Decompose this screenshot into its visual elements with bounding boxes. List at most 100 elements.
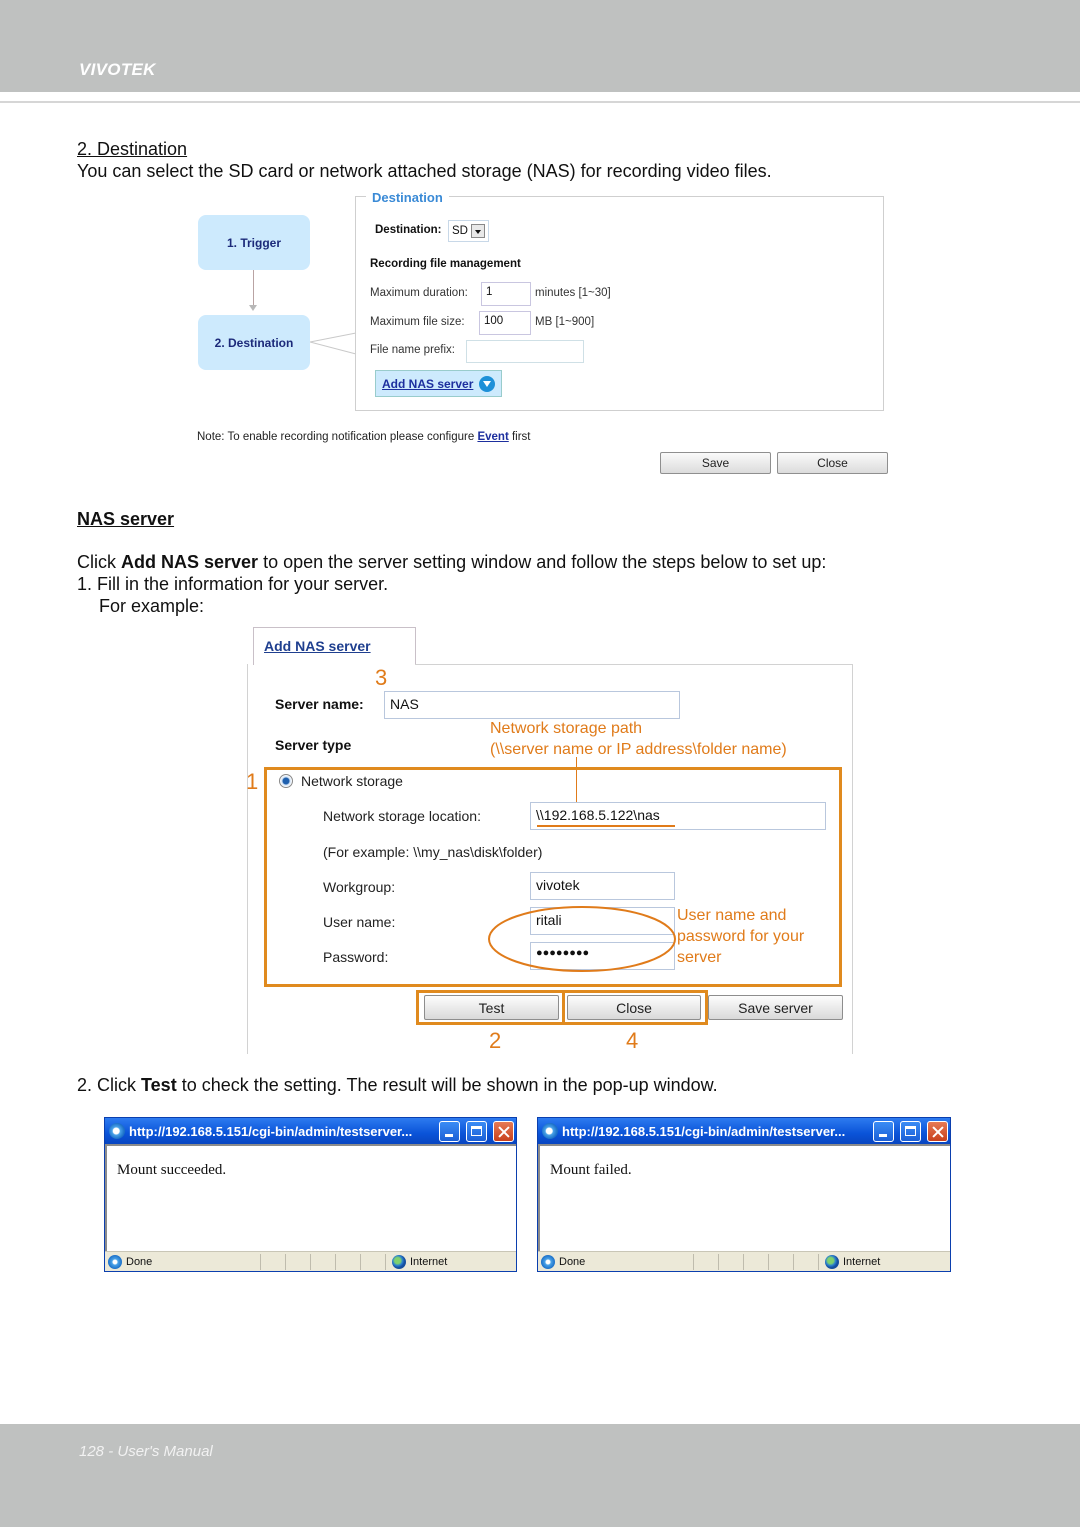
annotation-cred-line3: server xyxy=(677,949,722,966)
example-text: (For example: \\my_nas\disk\folder) xyxy=(323,844,543,860)
footer-band xyxy=(0,1424,1080,1527)
dropdown-arrow-icon xyxy=(470,224,485,238)
popup-message: Mount succeeded. xyxy=(117,1162,227,1178)
panel-border-right xyxy=(852,664,853,1054)
status-zone: Internet xyxy=(843,1255,881,1268)
test-instruction-prefix: 2. Click xyxy=(77,1075,142,1095)
destination-description: You can select the SD card or network at… xyxy=(77,161,772,181)
test-instruction-bold: Test xyxy=(141,1075,177,1095)
status-separator xyxy=(693,1253,694,1270)
page-footer: 128 - User's Manual xyxy=(79,1443,213,1460)
section-heading-nas: NAS server xyxy=(77,509,175,529)
popup-window-success: http://192.168.5.151/cgi-bin/admin/tests… xyxy=(104,1117,517,1272)
test-button[interactable]: Test xyxy=(424,995,559,1020)
status-zone: Internet xyxy=(410,1255,448,1268)
test-instruction-suffix: to check the setting. The result will be… xyxy=(176,1075,718,1095)
maximize-icon[interactable] xyxy=(466,1120,487,1142)
annotation-number-4: 4 xyxy=(626,1028,639,1053)
step-destination[interactable]: 2. Destination xyxy=(198,315,310,370)
brand-logo: VIVOTEK xyxy=(79,60,156,79)
prefix-label: File name prefix: xyxy=(370,344,456,356)
panel-border-top xyxy=(415,664,853,665)
add-nas-server-button[interactable]: Add NAS server xyxy=(375,370,503,397)
internet-globe-icon xyxy=(392,1254,406,1269)
max-size-input[interactable]: 100 xyxy=(479,311,531,335)
workgroup-label: Workgroup: xyxy=(323,879,396,895)
save-server-button[interactable]: Save server xyxy=(708,995,843,1020)
close-nas-button[interactable]: Close xyxy=(567,995,701,1020)
annotation-path-line1: Network storage path xyxy=(490,720,643,737)
note-suffix: first xyxy=(508,431,531,443)
network-storage-radio[interactable] xyxy=(279,774,293,788)
status-separator xyxy=(743,1253,744,1270)
close-icon[interactable] xyxy=(927,1120,948,1142)
status-done: Done xyxy=(559,1255,586,1268)
page-done-icon xyxy=(108,1254,122,1269)
popup-message: Mount failed. xyxy=(550,1162,632,1178)
prefix-input[interactable] xyxy=(466,340,584,363)
maximize-icon[interactable] xyxy=(900,1120,921,1142)
popup-titlebar[interactable]: http://192.168.5.151/cgi-bin/admin/tests… xyxy=(105,1118,516,1144)
status-separator xyxy=(360,1253,361,1270)
header-divider xyxy=(0,101,1080,103)
browser-icon xyxy=(542,1123,558,1139)
minimize-icon[interactable] xyxy=(439,1120,460,1142)
max-duration-label: Maximum duration: xyxy=(370,287,468,299)
test-instruction: 2. Click Test to check the setting. The … xyxy=(77,1075,718,1096)
max-size-label: Maximum file size: xyxy=(370,316,465,328)
max-duration-unit: minutes [1~30] xyxy=(535,287,611,299)
status-separator xyxy=(793,1253,794,1270)
arrow-down-icon xyxy=(249,305,257,311)
step1-text: 1. Fill in the information for your serv… xyxy=(77,574,389,594)
nas-intro: Click Add NAS server to open the server … xyxy=(77,552,826,573)
event-link[interactable]: Event xyxy=(477,431,508,443)
status-done: Done xyxy=(126,1255,153,1268)
step-trigger[interactable]: 1. Trigger xyxy=(198,215,310,270)
callout-pointer xyxy=(310,332,357,355)
status-separator xyxy=(310,1253,311,1270)
tab-label: Add NAS server xyxy=(264,638,371,654)
expand-down-icon xyxy=(479,375,496,392)
close-button[interactable]: Close xyxy=(777,452,888,474)
nas-intro-prefix: Click xyxy=(77,552,121,572)
network-storage-label: Network storage xyxy=(301,773,403,789)
buttons-highlight-divider xyxy=(562,990,565,1025)
popup-window-failed: http://192.168.5.151/cgi-bin/admin/tests… xyxy=(537,1117,951,1272)
annotation-cred-line1: User name and xyxy=(677,907,787,924)
popup-title: http://192.168.5.151/cgi-bin/admin/tests… xyxy=(129,1123,413,1139)
popup-content: Mount failed. xyxy=(538,1144,950,1251)
popup-content: Mount succeeded. xyxy=(105,1144,516,1251)
internet-globe-icon xyxy=(825,1254,839,1269)
status-separator xyxy=(818,1253,819,1270)
step1-example: For example: xyxy=(99,596,205,616)
panel-border-left xyxy=(247,664,248,1054)
close-icon[interactable] xyxy=(493,1120,514,1142)
status-separator xyxy=(335,1253,336,1270)
recording-heading: Recording file management xyxy=(370,258,521,270)
step-connector xyxy=(253,270,254,306)
password-label: Password: xyxy=(323,949,389,965)
popup-titlebar[interactable]: http://192.168.5.151/cgi-bin/admin/tests… xyxy=(538,1118,950,1144)
step-trigger-label: 1. Trigger xyxy=(226,235,282,250)
fieldset-legend: Destination xyxy=(366,190,449,205)
popup-statusbar: Done Internet xyxy=(105,1251,516,1271)
note-text: Note: To enable recording notification p… xyxy=(197,431,478,443)
minimize-icon[interactable] xyxy=(873,1120,894,1142)
max-duration-input[interactable]: 1 xyxy=(481,282,531,306)
annotation-path-line2: (\\server name or IP address\folder name… xyxy=(490,741,787,758)
username-label: User name: xyxy=(323,914,396,930)
annotation-cred-line2: password for your xyxy=(677,928,805,945)
workgroup-input[interactable]: vivotek xyxy=(530,872,675,900)
destination-select[interactable]: SD xyxy=(448,220,489,242)
annotation-number-2: 2 xyxy=(489,1028,502,1053)
tab-add-nas-server[interactable]: Add NAS server xyxy=(253,627,416,665)
status-separator xyxy=(718,1253,719,1270)
status-separator xyxy=(285,1253,286,1270)
save-button[interactable]: Save xyxy=(660,452,771,474)
server-name-input[interactable]: NAS xyxy=(384,691,680,719)
status-separator xyxy=(385,1253,386,1270)
nas-intro-bold: Add NAS server xyxy=(121,552,259,572)
section-heading-destination: 2. Destination xyxy=(77,139,188,159)
nas-intro-suffix: to open the server setting window and fo… xyxy=(258,552,827,572)
recording-note: Note: To enable recording notification p… xyxy=(197,431,531,443)
